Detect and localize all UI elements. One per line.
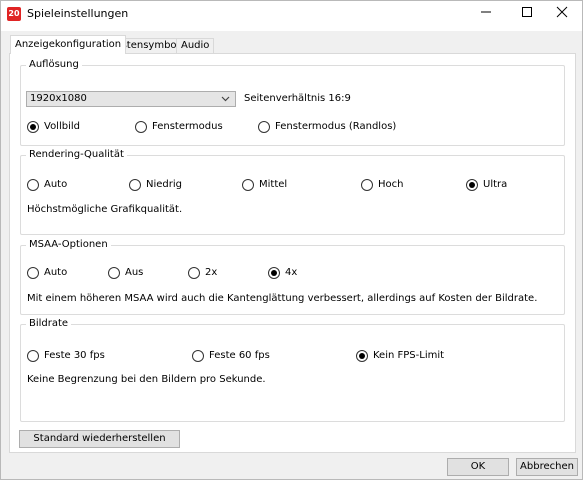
radio-label: Hoch — [378, 179, 404, 190]
quality-description: Höchstmögliche Grafikqualität. — [27, 204, 183, 215]
close-window-button[interactable] — [542, 1, 582, 23]
radio-circle — [27, 121, 39, 133]
radio-circle — [108, 267, 120, 279]
framerate-group: Bildrate Feste 30 fps Feste 60 fps Kein … — [20, 318, 565, 422]
msaa-description: Mit einem höheren MSAA wird auch die Kan… — [27, 293, 538, 304]
radio-label: Feste 60 fps — [209, 350, 270, 361]
quality-group-title: Rendering-Qualität — [26, 149, 127, 161]
radio-label: Fenstermodus — [152, 121, 223, 132]
chevron-down-icon — [221, 96, 230, 102]
minimize-button[interactable] — [466, 1, 506, 23]
radio-label: Vollbild — [44, 121, 80, 132]
radio-label: 4x — [285, 267, 298, 278]
radio-label: Fenstermodus (Randlos) — [275, 121, 397, 132]
tab-anzeigekonfiguration[interactable]: Anzeigekonfiguration — [10, 35, 127, 54]
radio-circle — [129, 179, 141, 191]
radio-circle — [268, 267, 280, 279]
msaa-group-title: MSAA-Optionen — [26, 239, 111, 251]
radio-label: Ultra — [483, 179, 508, 190]
radio-label: Aus — [125, 267, 144, 278]
ok-button[interactable]: OK — [447, 458, 509, 476]
title-bar: 20 Spieleinstellungen — [1, 1, 582, 31]
close-icon — [556, 6, 568, 18]
minimize-icon — [481, 11, 491, 13]
msaa-group: MSAA-Optionen Auto Aus 2x 4x Mit einem h… — [20, 239, 565, 315]
cancel-button[interactable]: Abbrechen — [516, 458, 578, 476]
radio-circle — [27, 350, 39, 362]
radio-circle — [135, 121, 147, 133]
framerate-description: Keine Begrenzung bei den Bildern pro Sek… — [27, 374, 266, 385]
radio-circle — [242, 179, 254, 191]
radio-circle — [466, 179, 478, 191]
resolution-group: Auflösung 1920x1080 Seitenverhältnis 16:… — [20, 59, 565, 146]
radio-label: Auto — [44, 179, 68, 190]
maximize-button[interactable] — [507, 1, 547, 23]
resolution-select[interactable]: 1920x1080 — [26, 91, 236, 107]
framerate-group-title: Bildrate — [26, 318, 72, 330]
settings-window: 20 Spieleinstellungen Anzeigekonfigurati… — [0, 0, 583, 480]
tab-panel: Auflösung 1920x1080 Seitenverhältnis 16:… — [9, 53, 576, 453]
resolution-select-value: 1920x1080 — [30, 93, 87, 104]
radio-circle — [27, 179, 39, 191]
maximize-icon — [522, 7, 532, 17]
tab-audio[interactable]: Audio — [176, 38, 215, 53]
aspect-ratio-label: Seitenverhältnis 16:9 — [244, 93, 351, 104]
radio-circle — [258, 121, 270, 133]
app-icon: 20 — [7, 7, 21, 21]
radio-label: Auto — [44, 267, 68, 278]
window-title: Spieleinstellungen — [27, 7, 129, 20]
quality-group: Rendering-Qualität Auto Niedrig Mittel H… — [20, 149, 565, 235]
radio-circle — [361, 179, 373, 191]
radio-label: Niedrig — [146, 179, 182, 190]
radio-label: 2x — [205, 267, 218, 278]
reset-defaults-button[interactable]: Standard wiederherstellen — [19, 430, 180, 448]
radio-circle — [356, 350, 368, 362]
radio-circle — [188, 267, 200, 279]
radio-circle — [192, 350, 204, 362]
radio-label: Feste 30 fps — [44, 350, 105, 361]
resolution-group-title: Auflösung — [26, 59, 82, 71]
radio-label: Kein FPS-Limit — [373, 350, 445, 361]
radio-circle — [27, 267, 39, 279]
radio-label: Mittel — [259, 179, 288, 190]
